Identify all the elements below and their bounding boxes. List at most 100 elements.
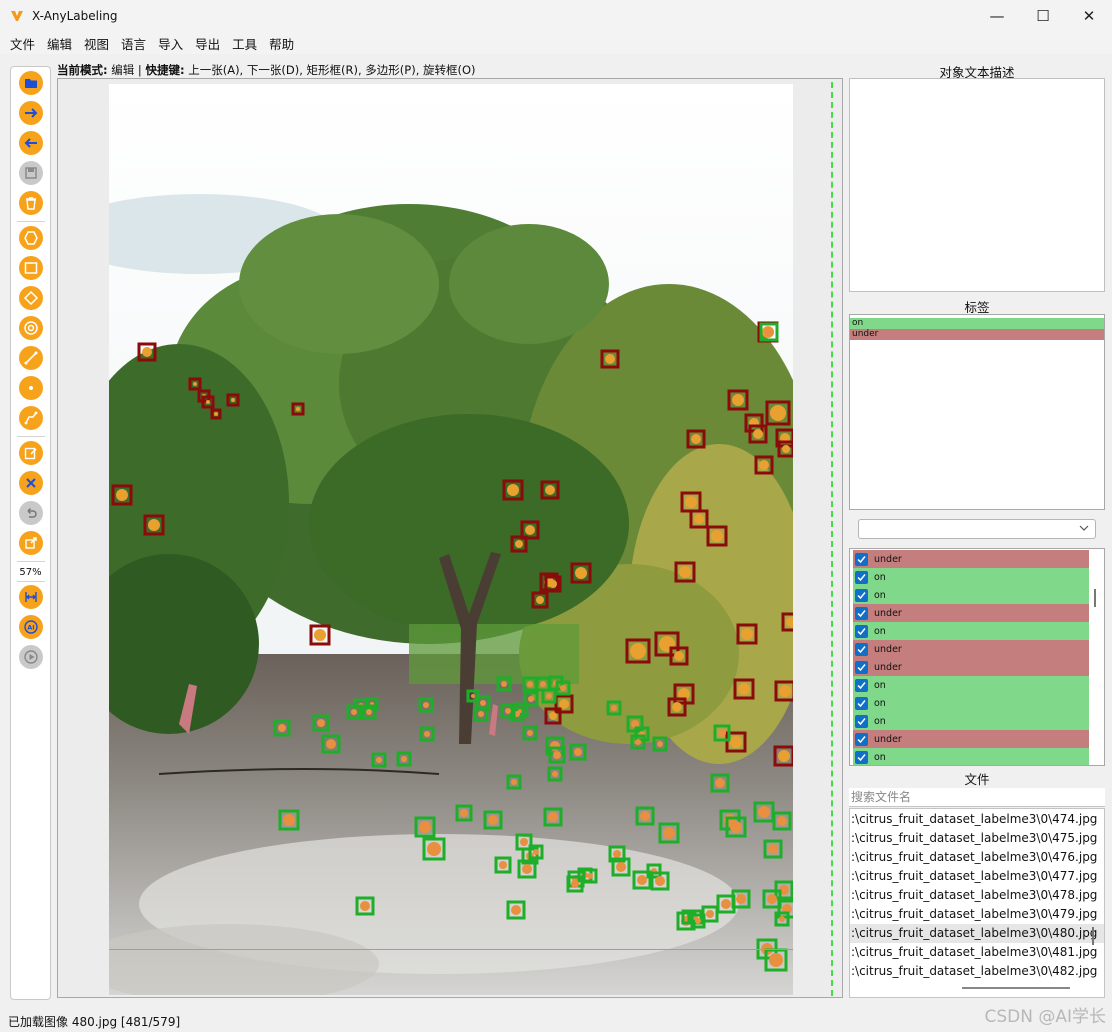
file-list: :\citrus_fruit_dataset_labelme3\0\474.jp… <box>849 808 1105 998</box>
checkbox-checked-icon[interactable] <box>855 660 868 674</box>
fruit-mark <box>575 567 587 579</box>
file-search-input[interactable] <box>849 788 1105 807</box>
checkbox-checked-icon[interactable] <box>855 750 868 764</box>
prev-image-icon[interactable] <box>19 131 43 155</box>
shape-item[interactable]: under <box>853 604 1089 622</box>
checkbox-checked-icon[interactable] <box>855 624 868 638</box>
shape-item[interactable]: under <box>853 730 1089 748</box>
annotated-image[interactable] <box>109 84 793 995</box>
shape-list-scrollbar[interactable] <box>1094 589 1096 607</box>
checkbox-checked-icon[interactable] <box>855 642 868 656</box>
fruit-mark <box>637 875 647 885</box>
ai-icon[interactable]: AI <box>19 615 43 639</box>
checkbox-checked-icon[interactable] <box>855 552 868 566</box>
fruit-mark <box>613 850 621 858</box>
menu-tools[interactable]: 工具 <box>226 34 263 53</box>
checkbox-checked-icon[interactable] <box>855 678 868 692</box>
shape-label: under <box>874 643 902 655</box>
shape-list: under on on under on under under on on on under on <box>849 548 1105 766</box>
shape-item[interactable]: on <box>853 712 1089 730</box>
shape-item[interactable]: under <box>853 640 1089 658</box>
menu-language[interactable]: 语言 <box>115 34 152 53</box>
fruit-mark <box>679 566 691 578</box>
menu-file[interactable]: 文件 <box>4 34 41 53</box>
checkbox-checked-icon[interactable] <box>855 732 868 746</box>
undo-icon[interactable] <box>19 501 43 525</box>
shape-item[interactable]: on <box>853 622 1089 640</box>
fruit-mark <box>488 815 498 825</box>
rectangle-icon[interactable] <box>19 256 43 280</box>
cancel-icon[interactable] <box>19 471 43 495</box>
fruit-mark <box>659 636 675 652</box>
edit-icon[interactable] <box>19 441 43 465</box>
label-filter-dropdown[interactable] <box>858 519 1096 539</box>
menu-export[interactable]: 导出 <box>189 34 226 53</box>
circle-icon[interactable] <box>19 316 43 340</box>
fruit-mark <box>778 750 790 762</box>
fruit-mark <box>527 681 533 687</box>
fruit-mark <box>548 812 558 822</box>
checkbox-checked-icon[interactable] <box>855 588 868 602</box>
fruit-mark <box>527 730 533 736</box>
file-item[interactable]: :\citrus_fruit_dataset_labelme3\0\475.jp… <box>850 829 1104 848</box>
shape-item[interactable]: on <box>853 586 1089 604</box>
file-list-h-scrollbar[interactable] <box>962 987 1070 989</box>
shape-item[interactable]: on <box>853 676 1089 694</box>
fruit-mark <box>674 651 684 661</box>
menu-view[interactable]: 视图 <box>78 34 115 53</box>
fruit-mark <box>314 629 326 641</box>
next-image-icon[interactable] <box>19 101 43 125</box>
fruit-mark <box>148 519 160 531</box>
zoom-level[interactable]: 57% <box>11 567 50 578</box>
checkbox-checked-icon[interactable] <box>855 606 868 620</box>
polygon-icon[interactable] <box>19 226 43 250</box>
shape-item[interactable]: under <box>853 658 1089 676</box>
close-button[interactable]: ✕ <box>1066 0 1112 32</box>
file-item[interactable]: :\citrus_fruit_dataset_labelme3\0\477.jp… <box>850 867 1104 886</box>
fruit-mark <box>528 696 534 702</box>
open-folder-icon[interactable] <box>19 71 43 95</box>
brightness-icon[interactable] <box>19 531 43 555</box>
shape-item[interactable]: on <box>853 694 1089 712</box>
image-canvas[interactable] <box>57 78 843 998</box>
line-icon[interactable] <box>19 346 43 370</box>
file-item[interactable]: :\citrus_fruit_dataset_labelme3\0\476.jp… <box>850 848 1104 867</box>
checkbox-checked-icon[interactable] <box>855 570 868 584</box>
minimize-button[interactable]: — <box>974 0 1020 32</box>
shape-label: under <box>874 661 902 673</box>
fruit-mark <box>515 540 523 548</box>
file-item[interactable]: :\citrus_fruit_dataset_labelme3\0\480.jp… <box>850 924 1104 943</box>
file-list-scrollbar[interactable] <box>1092 927 1094 945</box>
checkbox-checked-icon[interactable] <box>855 714 868 728</box>
rotation-icon[interactable] <box>19 286 43 310</box>
menu-import[interactable]: 导入 <box>152 34 189 53</box>
checkbox-checked-icon[interactable] <box>855 696 868 710</box>
save-icon[interactable] <box>19 161 43 185</box>
fit-width-icon[interactable] <box>19 585 43 609</box>
shape-item[interactable]: on <box>853 568 1089 586</box>
description-textarea[interactable] <box>849 78 1105 292</box>
fruit-mark <box>480 700 486 706</box>
file-item[interactable]: :\citrus_fruit_dataset_labelme3\0\482.jp… <box>850 962 1104 981</box>
fruit-mark <box>499 861 507 869</box>
shape-item[interactable]: on <box>853 748 1089 765</box>
label-item-under[interactable]: under <box>850 329 1104 340</box>
shape-label: on <box>874 697 886 709</box>
delete-icon[interactable] <box>19 191 43 215</box>
run-icon[interactable] <box>19 645 43 669</box>
fruit-mark <box>427 842 441 856</box>
fruit-mark <box>764 327 774 337</box>
menu-edit[interactable]: 编辑 <box>41 34 78 53</box>
fruit-mark <box>640 811 650 821</box>
file-item[interactable]: :\citrus_fruit_dataset_labelme3\0\481.jp… <box>850 943 1104 962</box>
chevron-down-icon <box>1079 525 1089 531</box>
point-icon[interactable] <box>19 376 43 400</box>
label-item-on[interactable]: on <box>850 318 1104 329</box>
shape-item[interactable]: under <box>853 550 1089 568</box>
file-item[interactable]: :\citrus_fruit_dataset_labelme3\0\478.jp… <box>850 886 1104 905</box>
maximize-button[interactable]: ☐ <box>1020 0 1066 32</box>
file-item[interactable]: :\citrus_fruit_dataset_labelme3\0\474.jp… <box>850 810 1104 829</box>
linestrip-icon[interactable] <box>19 406 43 430</box>
menu-help[interactable]: 帮助 <box>263 34 300 53</box>
file-item[interactable]: :\citrus_fruit_dataset_labelme3\0\479.jp… <box>850 905 1104 924</box>
